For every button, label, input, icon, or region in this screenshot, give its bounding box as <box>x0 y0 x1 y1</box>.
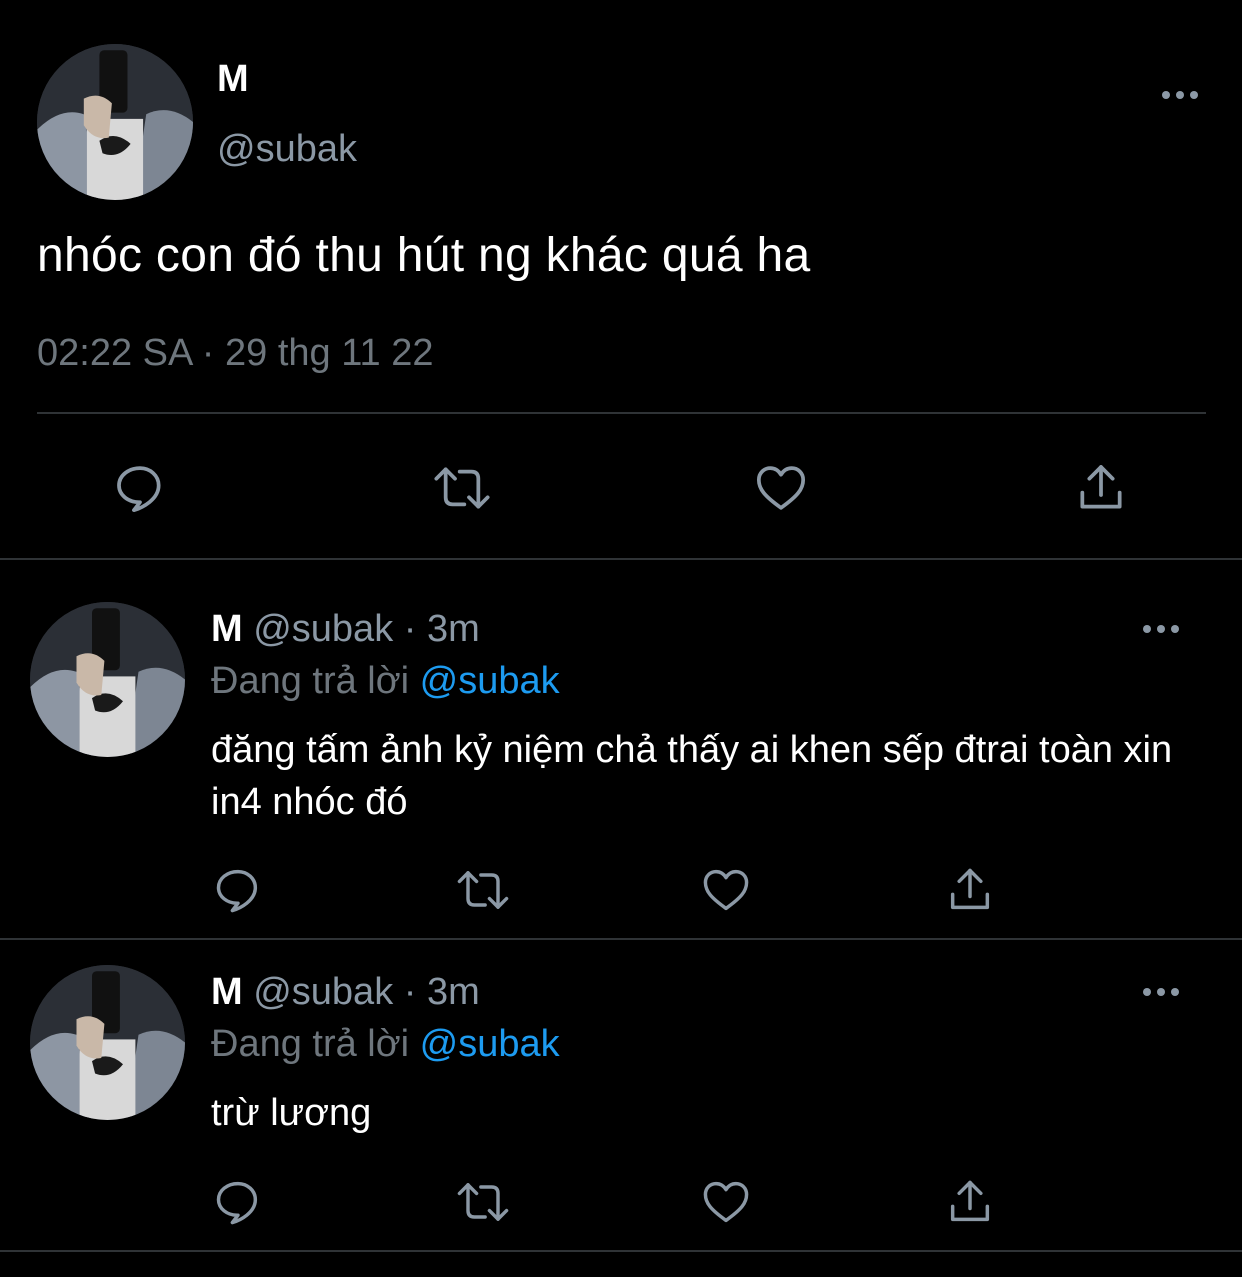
main-action-bar <box>0 458 1242 518</box>
like-icon[interactable] <box>698 862 754 918</box>
like-icon[interactable] <box>751 458 811 518</box>
divider <box>0 938 1242 940</box>
replying-prefix: Đang trả lời <box>211 1023 410 1065</box>
tweet-text: nhóc con đó thu hút ng khác quá ha <box>37 229 811 282</box>
author-handle[interactable]: @subak <box>253 608 393 650</box>
author-name[interactable]: M <box>217 58 249 101</box>
retweet-icon[interactable] <box>452 862 514 918</box>
share-icon[interactable] <box>942 862 998 918</box>
avatar-image <box>30 965 185 1120</box>
reply-icon[interactable] <box>110 458 170 518</box>
reply-icon[interactable] <box>210 862 266 918</box>
avatar-image <box>37 44 193 200</box>
author-handle[interactable]: @subak <box>253 971 393 1013</box>
avatar[interactable] <box>30 965 185 1120</box>
divider <box>0 1250 1242 1252</box>
like-icon[interactable] <box>698 1174 754 1230</box>
divider <box>0 558 1242 560</box>
avatar[interactable] <box>37 44 193 200</box>
tweet-time[interactable]: 3m <box>427 608 480 650</box>
author-name[interactable]: M <box>211 608 243 650</box>
more-horizontal-icon[interactable] <box>1143 977 1179 1007</box>
tweet-text: trừ lương <box>211 1092 372 1134</box>
reply-icon[interactable] <box>210 1174 266 1230</box>
retweet-icon[interactable] <box>428 458 496 518</box>
share-icon[interactable] <box>942 1174 998 1230</box>
separator: · <box>403 608 417 650</box>
tweet-time[interactable]: 3m <box>427 971 480 1013</box>
reply-header: M @subak · 3m <box>211 608 480 651</box>
author-name[interactable]: M <box>211 971 243 1013</box>
reply-action-bar <box>0 1174 1242 1230</box>
avatar-image <box>30 602 185 757</box>
replying-to: Đang trả lời @subak <box>211 1023 560 1066</box>
divider <box>37 412 1206 414</box>
reply-action-bar <box>0 862 1242 918</box>
separator: · <box>403 971 417 1013</box>
replying-to: Đang trả lời @subak <box>211 660 560 703</box>
mention-link[interactable]: @subak <box>420 1023 560 1065</box>
share-icon[interactable] <box>1071 458 1131 518</box>
mention-link[interactable]: @subak <box>420 660 560 702</box>
replying-prefix: Đang trả lời <box>211 660 410 702</box>
tweet-text: đăng tấm ảnh kỷ niệm chả thấy ai khen sế… <box>211 729 1173 823</box>
avatar[interactable] <box>30 602 185 757</box>
reply-header: M @subak · 3m <box>211 971 480 1014</box>
more-horizontal-icon[interactable] <box>1162 80 1198 110</box>
retweet-icon[interactable] <box>452 1174 514 1230</box>
tweet-timestamp[interactable]: 02:22 SA · 29 thg 11 22 <box>37 332 434 375</box>
more-horizontal-icon[interactable] <box>1143 614 1179 644</box>
author-handle[interactable]: @subak <box>217 128 357 171</box>
